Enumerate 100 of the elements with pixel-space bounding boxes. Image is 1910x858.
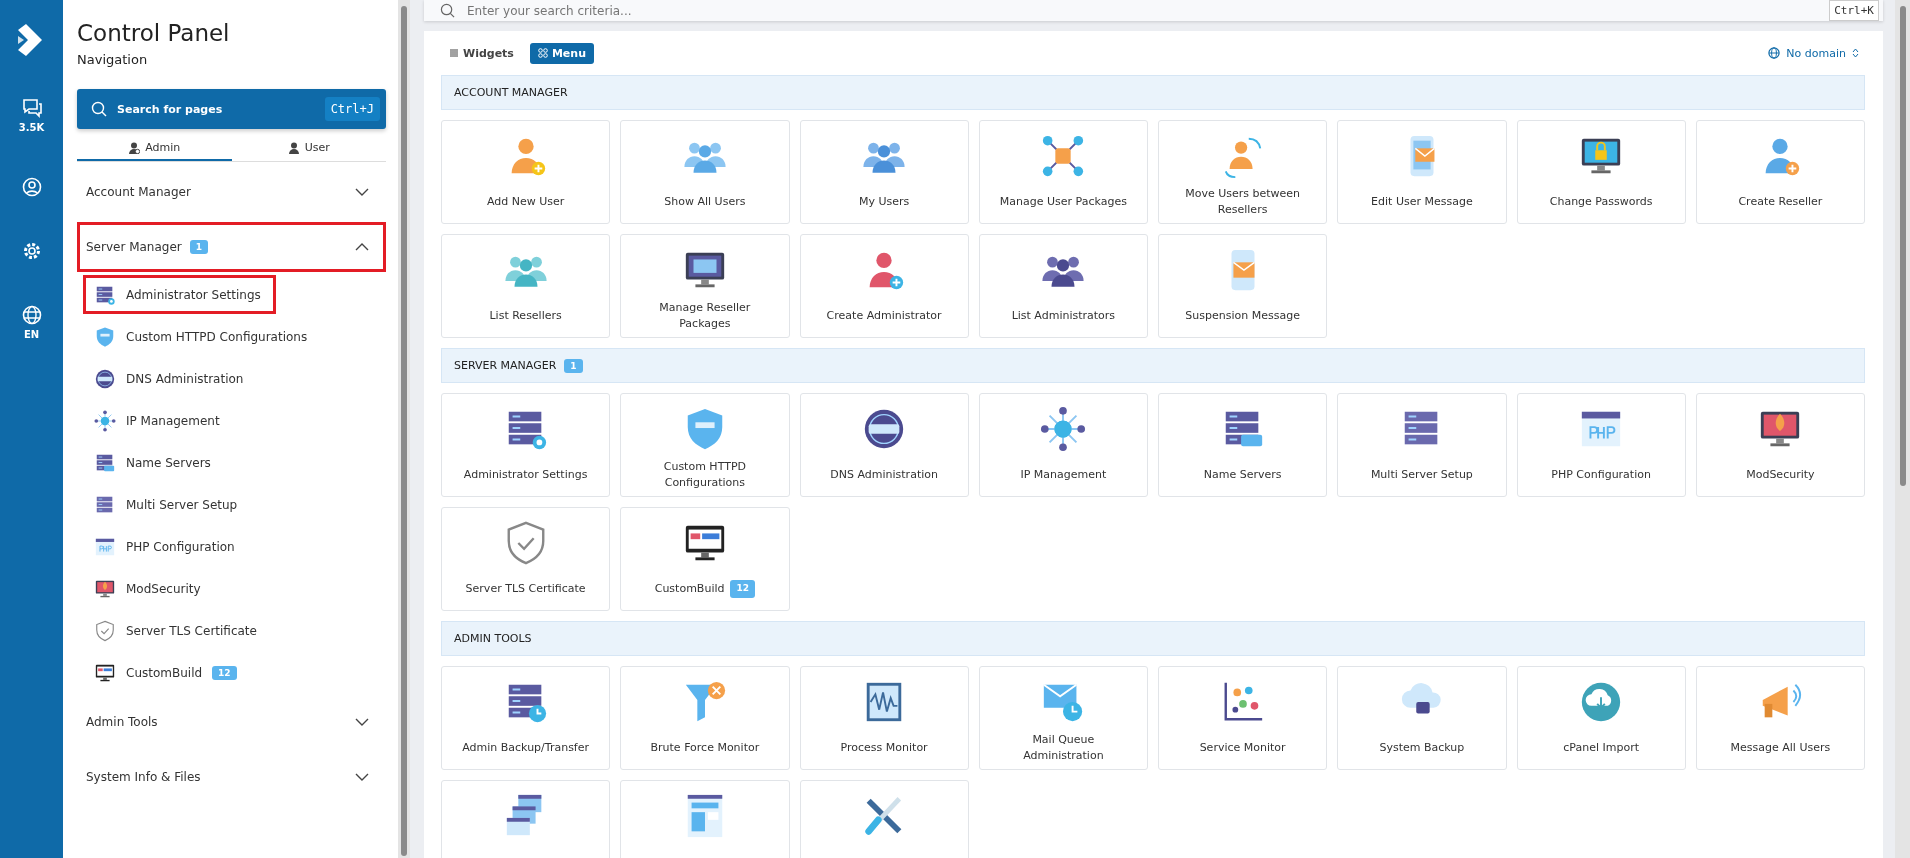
menu-tile[interactable]: Brute Force Monitor: [620, 666, 790, 770]
view-tab[interactable]: Widgets: [441, 42, 522, 64]
menu-tile[interactable]: Admin Backup/Transfer: [441, 666, 611, 770]
menu-tile[interactable]: Message All Users: [1695, 666, 1865, 770]
network-icon: [1040, 406, 1087, 452]
view-tab[interactable]: Menu: [529, 42, 594, 64]
domain-selector[interactable]: No domain: [1762, 45, 1865, 61]
shield-icon: [94, 325, 116, 348]
nav-item[interactable]: Multi Server Setup: [83, 485, 253, 524]
nav-item[interactable]: IP Management: [83, 401, 235, 440]
nav-item[interactable]: Administrator Settings: [83, 275, 276, 314]
nav-item[interactable]: Server TLS Certificate: [83, 611, 272, 650]
menu-tile[interactable]: List Administrators: [978, 234, 1148, 338]
nav-group-label: Server Manager: [86, 240, 182, 254]
chat-icon[interactable]: [20, 98, 43, 118]
shield-check-icon: [94, 619, 116, 642]
nav-item-label: Name Servers: [126, 455, 211, 470]
menu-tile[interactable]: Server TLS Certificate: [441, 507, 611, 611]
menu-tile[interactable]: My Users: [799, 120, 969, 224]
chevron-up-icon: [355, 243, 369, 251]
globe-icon[interactable]: [21, 305, 42, 325]
network-icon: [94, 409, 116, 432]
nav-item-label: CustomBuild: [126, 665, 203, 680]
search-icon: [440, 3, 455, 18]
menu-tile[interactable]: Show All Users: [620, 120, 790, 224]
nav-item-label: Server TLS Certificate: [126, 623, 257, 638]
nav-item-label: PHP Configuration: [126, 539, 235, 554]
nav-item-label: ModSecurity: [126, 581, 201, 596]
language-label[interactable]: EN: [23, 329, 40, 340]
nav-item[interactable]: ModSecurity: [83, 569, 216, 608]
menu-tile[interactable]: Process Monitor: [799, 666, 969, 770]
menu-tile[interactable]: List Resellers: [441, 234, 611, 338]
menu-tile[interactable]: [441, 780, 611, 858]
scrollbar-thumb[interactable]: [401, 6, 407, 856]
section-title: ACCOUNT MANAGER: [454, 86, 568, 99]
menu-tile[interactable]: PHP Configuration: [1516, 393, 1686, 497]
nav-item[interactable]: Custom HTTPD Configurations: [83, 317, 323, 356]
menu-tile[interactable]: Service Monitor: [1158, 666, 1328, 770]
count-badge: 1: [189, 240, 209, 254]
nav-item-label: Administrator Settings: [126, 287, 261, 302]
menu-tile[interactable]: Manage Reseller Packages: [620, 234, 790, 338]
role-tab[interactable]: Admin: [77, 135, 232, 161]
shortcut-key: Ctrl+J: [324, 97, 380, 121]
search-input[interactable]: Enter your search criteria...: [465, 2, 1820, 19]
menu-tile[interactable]: DNS Administration: [799, 393, 969, 497]
menu-tile[interactable]: Add New User: [441, 120, 611, 224]
menu-tile[interactable]: Multi Server Setup: [1337, 393, 1507, 497]
nav-item[interactable]: DNS Administration: [83, 359, 259, 398]
nav-item[interactable]: Name Servers: [83, 443, 226, 482]
menu-tile[interactable]: Create Administrator: [799, 234, 969, 338]
shortcut-key: Ctrl+K: [1829, 0, 1879, 21]
menu-tile[interactable]: Suspension Message: [1158, 234, 1328, 338]
menu-tile[interactable]: Move Users between Resellers: [1158, 120, 1328, 224]
nav-group-label: Admin Tools: [86, 715, 158, 729]
menu-tile[interactable]: [799, 780, 969, 858]
page-search-button[interactable]: Search for pages Ctrl+J: [77, 89, 386, 129]
menu-tile[interactable]: Manage User Packages: [978, 120, 1148, 224]
nav-group-header[interactable]: Server Manager 1: [77, 222, 386, 272]
admin-user-icon: [128, 141, 141, 154]
menu-tile[interactable]: Change Passwords: [1516, 120, 1686, 224]
globe-icon: [1768, 47, 1781, 59]
panel-subtitle: Navigation: [77, 52, 149, 67]
section-title: ADMIN TOOLS: [454, 632, 532, 645]
menu-tile[interactable]: Mail Queue Administration: [978, 666, 1148, 770]
chevron-down-icon: [355, 188, 369, 196]
nav-item-label: DNS Administration: [126, 371, 244, 386]
menu-tile[interactable]: System Backup: [1337, 666, 1507, 770]
nav-item-label: Multi Server Setup: [126, 497, 238, 512]
menu-tile[interactable]: Create Reseller: [1695, 120, 1865, 224]
list-icon: [449, 48, 459, 58]
section-title: SERVER MANAGER: [454, 359, 557, 372]
menu-tile[interactable]: ModSecurity: [1695, 393, 1865, 497]
user-icon[interactable]: [21, 177, 42, 197]
count-badge: 12: [730, 580, 755, 598]
count-badge: 1: [564, 358, 583, 373]
sort-chevron-icon: [1852, 48, 1859, 58]
menu-tile[interactable]: Name Servers: [1158, 393, 1328, 497]
nav-group-header[interactable]: Admin Tools: [77, 697, 386, 747]
nav-item[interactable]: PHP Configuration: [83, 527, 250, 566]
search-icon: [91, 101, 107, 117]
role-tab[interactable]: User: [231, 135, 386, 161]
settings-icon[interactable]: [21, 241, 42, 261]
menu-tile[interactable]: Administrator Settings: [441, 393, 611, 497]
menu-tile[interactable]: CustomBuild 12: [620, 507, 790, 611]
nav-group-label: System Info & Files: [86, 770, 201, 784]
nav-item-label: Custom HTTPD Configurations: [126, 329, 308, 344]
menu-tile[interactable]: [620, 780, 790, 858]
nav-item[interactable]: CustomBuild 12: [83, 653, 252, 692]
menu-tile[interactable]: Custom HTTPD Configurations: [620, 393, 790, 497]
search-field[interactable]: Enter your search criteria... Ctrl+K: [424, 0, 1883, 21]
chevron-down-icon: [355, 718, 369, 726]
chat-count: 3.5K: [18, 122, 45, 133]
menu-tile[interactable]: Edit User Message: [1337, 120, 1507, 224]
scrollbar-thumb[interactable]: [1899, 6, 1906, 486]
nav-group-header[interactable]: System Info & Files: [77, 752, 386, 802]
nav-group-header[interactable]: Account Manager: [77, 167, 386, 217]
menu-tile[interactable]: cPanel Import: [1516, 666, 1686, 770]
count-badge: 12: [212, 665, 237, 680]
menu-tile[interactable]: IP Management: [978, 393, 1148, 497]
globe-icon: [94, 367, 116, 390]
